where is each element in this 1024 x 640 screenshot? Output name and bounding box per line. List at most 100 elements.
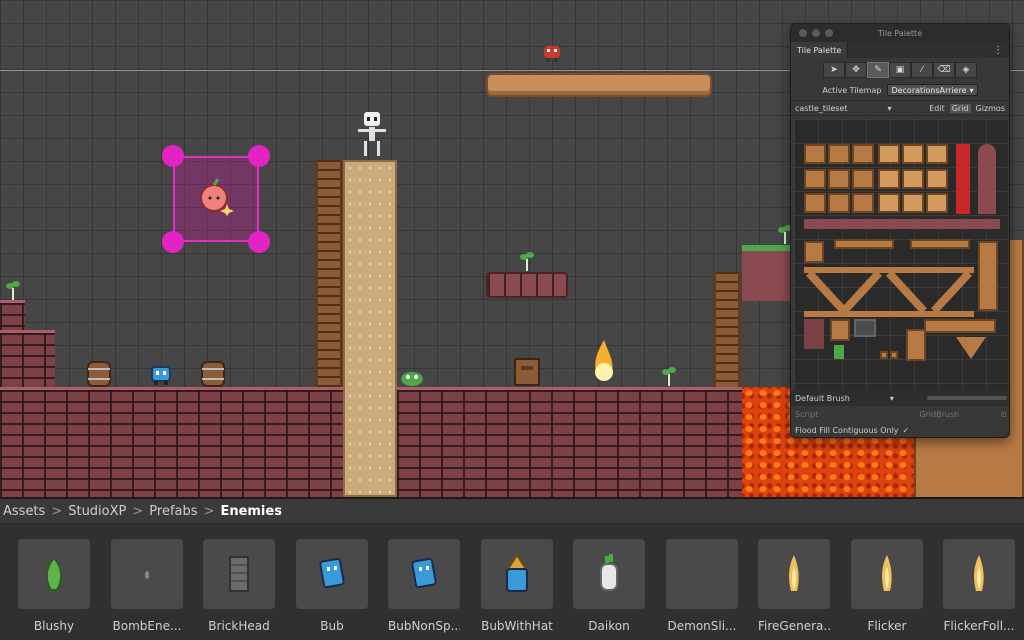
picker-icon[interactable]: ⁄ [911,62,933,78]
tile[interactable] [902,144,924,164]
eraser-icon[interactable]: ⌫ [933,62,955,78]
tab-tile-palette[interactable]: Tile Palette [791,42,849,58]
barrel-sprite[interactable] [200,360,226,387]
asset-item[interactable]: DemonSli... [666,539,738,633]
tile[interactable] [828,193,850,213]
resize-handle-top-right[interactable] [248,145,270,167]
red-enemy-sprite[interactable] [542,42,562,64]
cabinet-tile[interactable] [906,329,926,361]
resize-handle-bottom-left[interactable] [162,231,184,253]
box-fill-icon[interactable]: ▣ [889,62,911,78]
door-tile[interactable] [978,144,996,214]
tile[interactable] [804,193,826,213]
banner-tile[interactable] [956,144,970,214]
small-tile[interactable] [880,351,888,359]
brush-splitter[interactable] [927,396,1007,400]
palette-titlebar[interactable]: Tile Palette [791,24,1009,42]
fill-icon[interactable]: ◈ [955,62,977,78]
select-icon[interactable]: ➤ [823,62,845,78]
edit-button[interactable]: Edit [929,104,945,113]
chest-tile[interactable] [854,319,876,337]
brush-dropdown[interactable]: Default Brush ▾ [791,390,1009,406]
tile[interactable] [878,193,900,213]
post-tile[interactable] [978,241,998,311]
brickhead-sprite-icon [203,539,275,609]
truss-tiles[interactable] [804,267,974,317]
sand-pillar[interactable] [343,160,397,497]
plant-tile[interactable] [834,345,844,359]
tile[interactable] [804,169,826,189]
brick-strip-tile[interactable] [804,219,1000,229]
tile-palette-window[interactable]: Tile Palette Tile Palette ⋮ ➤ ✥ ✎ ▣ ⁄ ⌫ … [790,23,1010,438]
chevron-down-icon: ▾ [969,85,974,95]
crate-tile[interactable] [830,319,850,341]
bub-enemy-sprite[interactable] [150,365,172,387]
resize-handle-bottom-right[interactable] [248,231,270,253]
breadcrumb-item-assets[interactable]: Assets [3,504,45,519]
tile-grid[interactable] [794,119,1008,394]
tile[interactable] [878,169,900,189]
asset-item[interactable]: BrickHead [203,539,275,633]
move-icon[interactable]: ✥ [845,62,867,78]
kebab-icon[interactable]: ⋮ [993,45,1003,56]
resize-handle-top-left[interactable] [162,145,184,167]
tile[interactable] [926,193,948,213]
brick-floor-left[interactable] [0,387,345,497]
ladder-left[interactable] [315,160,343,387]
asset-item[interactable]: FlickerFoll... [943,539,1015,633]
gizmos-button[interactable]: Gizmos [976,104,1005,113]
crate-sprite[interactable] [514,358,540,386]
tile[interactable] [804,144,826,164]
tile[interactable] [852,193,874,213]
asset-item[interactable]: Flicker [851,539,923,633]
tile[interactable] [926,144,948,164]
apple-sprite[interactable] [198,176,234,216]
breadcrumb-item-studioxp[interactable]: StudioXP [68,504,126,519]
wooden-plank-platform[interactable] [486,73,712,97]
brick-step[interactable] [0,300,25,330]
brick-platform[interactable] [486,272,568,298]
beam-tile[interactable] [924,319,996,333]
tile[interactable] [902,193,924,213]
asset-item[interactable]: Bub [296,539,368,633]
brick-floor-middle[interactable] [397,387,742,497]
tile[interactable] [828,144,850,164]
shelf-tile[interactable] [804,319,824,349]
asset-label: Bub [320,619,344,633]
paint-icon[interactable]: ✎ [867,62,889,78]
grid-toggle[interactable]: Grid [949,103,971,113]
asset-item[interactable]: FireGenera... [758,539,830,633]
asset-item[interactable]: Daikon [573,539,645,633]
tile[interactable] [852,169,874,189]
tile[interactable] [902,169,924,189]
slime-enemy-sprite[interactable] [400,368,424,386]
flame-enemy-sprite[interactable] [588,338,620,386]
ladder-right[interactable] [713,272,741,387]
tile[interactable] [804,241,824,263]
grass-brick-ledge[interactable] [742,245,792,301]
asset-item[interactable]: BombEne... [111,539,183,633]
asset-item[interactable]: BubWithHat [481,539,553,633]
breadcrumb-item-prefabs[interactable]: Prefabs [149,504,197,519]
bench-tile[interactable] [910,239,970,249]
asset-label: BrickHead [208,619,270,633]
barrel-sprite[interactable] [86,360,112,387]
bench-tile[interactable] [834,239,894,249]
breadcrumb-item-enemies[interactable]: Enemies [220,504,282,519]
target-icon[interactable]: ⊙ [1000,410,1007,419]
arrow-tile[interactable] [956,337,986,361]
asset-item[interactable]: BubNonSp... [388,539,460,633]
asset-item[interactable]: Blushy [18,539,90,633]
script-label: Script [795,409,819,419]
active-tilemap-dropdown[interactable]: DecorationsArriere ▾ [887,84,978,96]
small-tile[interactable] [890,351,898,359]
tileset-dropdown[interactable]: castle_tileset ▾ [795,104,892,113]
tile[interactable] [828,169,850,189]
flood-fill-checkbox[interactable]: ✓ [903,426,910,435]
brick-step[interactable] [0,330,55,390]
palette-toolbar: ➤ ✥ ✎ ▣ ⁄ ⌫ ◈ [791,62,1009,80]
tile[interactable] [852,144,874,164]
tile[interactable] [926,169,948,189]
skeleton-sprite[interactable] [352,110,392,158]
tile[interactable] [878,144,900,164]
